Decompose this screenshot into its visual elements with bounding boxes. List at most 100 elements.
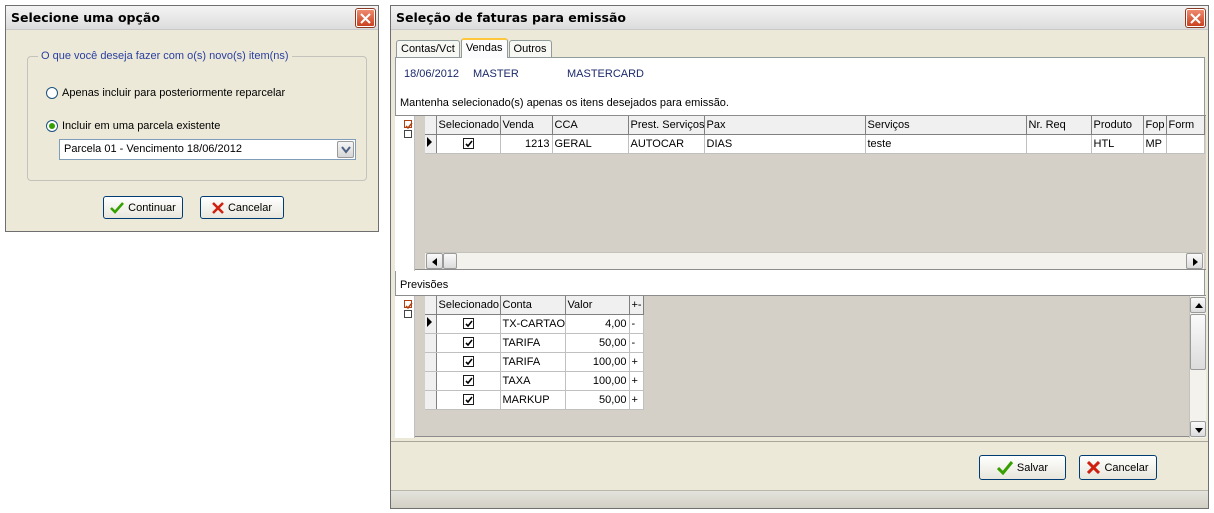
vendas-select-gutter [395,116,415,271]
info-name1: MASTER [473,68,519,80]
scroll-up-button[interactable] [1190,297,1206,313]
continue-button[interactable]: Continuar [103,196,183,219]
save-button[interactable]: Salvar [979,455,1066,480]
cell-venda[interactable]: 1213 [500,134,553,154]
radio-option-reparcelar[interactable]: Apenas incluir para posteriormente repar… [46,86,285,100]
radio-button-selected[interactable] [46,120,58,132]
cell-selecionado[interactable] [436,314,501,334]
col-sign[interactable]: +- [629,296,644,315]
chevron-down-icon [1195,428,1203,433]
table-row[interactable]: TX-CARTAO 4,00- [425,314,644,334]
dialog1-title: Selecione uma opção [11,10,160,25]
cell-conta[interactable]: TX-CARTAO [500,314,566,334]
table-row[interactable]: 1213 GERAL AUTOCAR DIAS teste HTL MP [425,134,1205,154]
previsoes-grid: Selecionado Conta Valor +- TX-CARTAO 4,00… [425,296,644,410]
cell-pax[interactable]: DIAS [704,134,866,154]
cell-valor[interactable]: 100,00 [565,352,630,372]
table-row[interactable]: TARIFA 50,00- [425,333,644,353]
cell-conta[interactable]: TARIFA [500,333,566,353]
row-checkbox[interactable] [462,394,474,406]
col-venda[interactable]: Venda [500,116,553,135]
radio-label: Incluir em uma parcela existente [62,120,221,132]
footer-separator [391,441,1208,442]
cell-selecionado[interactable] [436,390,501,410]
close-icon [360,13,371,24]
cell-conta[interactable]: TAXA [500,371,566,391]
cell-produto[interactable]: HTL [1091,134,1144,154]
cell-selecionado[interactable] [436,134,501,154]
cell-valor[interactable]: 50,00 [565,390,630,410]
col-selecionado[interactable]: Selecionado [436,116,501,135]
row-checkbox[interactable] [462,318,474,330]
col-produto[interactable]: Produto [1091,116,1144,135]
cell-conta[interactable]: TARIFA [500,352,566,372]
cell-conta[interactable]: MARKUP [500,390,566,410]
scroll-left-button[interactable] [426,253,443,269]
select-all-checkbox[interactable] [404,300,413,310]
col-prest-servicos[interactable]: Prest. Serviços [628,116,705,135]
row-indicator [425,371,437,391]
col-valor[interactable]: Valor [565,296,630,315]
main-titlebar: Seleção de faturas para emissão [391,6,1208,30]
row-checkbox[interactable] [462,375,474,387]
vendas-horizontal-scrollbar[interactable] [425,252,1204,269]
col-fop[interactable]: Fop [1143,116,1167,135]
tab-outros[interactable]: Outros [508,40,552,58]
cell-sign[interactable]: + [629,352,644,372]
cell-sign[interactable]: - [629,333,644,353]
parcela-combobox[interactable]: Parcela 01 - Vencimento 18/06/2012 [59,139,356,160]
table-row[interactable]: TARIFA 100,00 + [425,352,644,372]
cell-selecionado[interactable] [436,352,501,372]
cell-cca[interactable]: GERAL [552,134,629,154]
select-none-checkbox[interactable] [404,130,412,138]
cell-valor[interactable]: 50,00 [565,333,630,353]
row-indicator [425,314,437,334]
col-pax[interactable]: Pax [704,116,866,135]
cell-nr-req[interactable] [1026,134,1092,154]
dialog1-close-button[interactable] [355,8,376,28]
cell-sign[interactable]: - [629,314,644,334]
cell-fop[interactable]: MP [1143,134,1167,154]
chevron-left-icon [432,258,437,266]
scroll-down-button[interactable] [1190,421,1206,437]
col-selecionado[interactable]: Selecionado [436,296,501,315]
col-cca[interactable]: CCA [552,116,629,135]
cancel-button[interactable]: Cancelar [200,196,284,219]
continue-label: Continuar [128,201,176,214]
radio-option-parcela-existente[interactable]: Incluir em uma parcela existente [46,119,220,133]
scroll-right-button[interactable] [1186,253,1203,269]
scroll-thumb[interactable] [1190,314,1206,370]
checkmark-icon [464,377,473,385]
cell-valor[interactable]: 4,00 [565,314,630,334]
col-servicos[interactable]: Serviços [865,116,1027,135]
radio-button[interactable] [46,87,58,99]
row-checkbox[interactable] [462,337,474,349]
cell-valor[interactable]: 100,00 [565,371,630,391]
cell-form[interactable] [1166,134,1205,154]
main-close-button[interactable] [1185,8,1206,28]
combo-dropdown-button[interactable] [337,141,354,158]
tab-vendas[interactable]: Vendas [460,38,508,58]
cell-selecionado[interactable] [436,333,501,353]
row-checkbox[interactable] [462,356,474,368]
instruction-text: Mantenha selecionado(s) apenas os itens … [400,97,729,109]
checkmark-icon [464,339,473,347]
table-row[interactable]: TAXA 100,00 + [425,371,644,391]
row-indicator-header [425,116,437,135]
cell-selecionado[interactable] [436,371,501,391]
col-form[interactable]: Form [1166,116,1205,135]
cell-sign[interactable]: + [629,371,644,391]
table-row[interactable]: MARKUP 50,00 + [425,390,644,410]
cell-servicos[interactable]: teste [865,134,1027,154]
row-checkbox[interactable] [462,138,474,150]
cell-prest[interactable]: AUTOCAR [628,134,705,154]
col-nr-req[interactable]: Nr. Req [1026,116,1092,135]
col-conta[interactable]: Conta [500,296,566,315]
select-none-checkbox[interactable] [404,310,412,318]
previsoes-vertical-scrollbar[interactable] [1189,296,1206,438]
scroll-thumb[interactable] [443,253,457,269]
main-cancel-button[interactable]: Cancelar [1079,455,1157,480]
select-all-checkbox[interactable] [404,120,413,130]
cell-sign[interactable]: + [629,390,644,410]
tab-contas-vct[interactable]: Contas/Vct [396,40,460,58]
